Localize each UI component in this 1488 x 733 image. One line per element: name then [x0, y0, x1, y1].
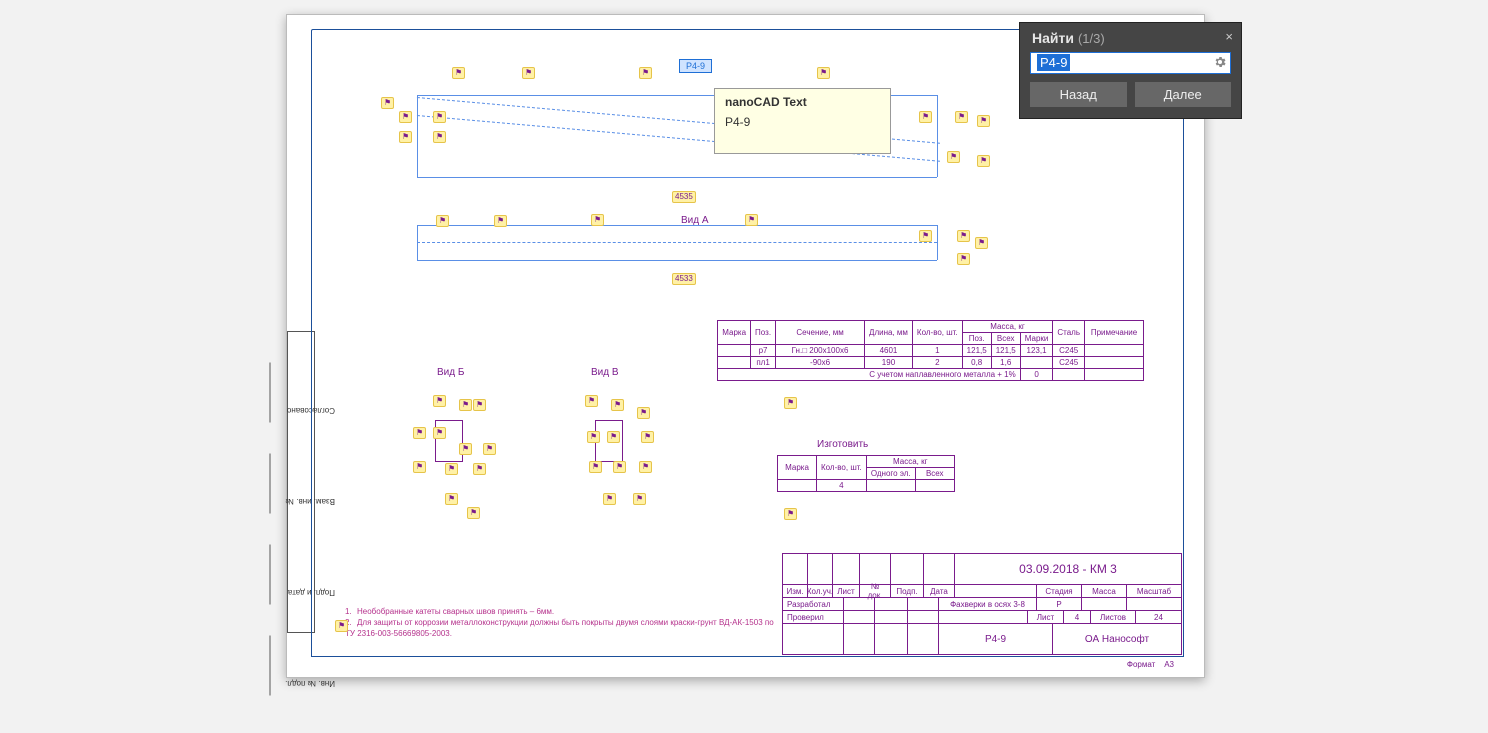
anno: ⚑ — [919, 111, 932, 123]
make-title: Изготовить — [817, 439, 868, 450]
anno: ⚑ — [467, 507, 480, 519]
object-name: Фахверки в осях 3-8 — [939, 598, 1037, 610]
anno: ⚑ — [413, 427, 426, 439]
anno: ⚑ — [445, 493, 458, 505]
table-row: 4 — [778, 480, 955, 492]
anno: ⚑ — [433, 111, 446, 123]
anno: ⚑ — [452, 67, 465, 79]
anno: ⚑ — [745, 214, 758, 226]
anno: ⚑ — [494, 215, 507, 227]
dimension: 4535 — [672, 191, 696, 203]
th: Марка — [778, 456, 817, 480]
anno: ⚑ — [433, 427, 446, 439]
table-row: пл1-90х619020,81,6С245 — [718, 357, 1144, 369]
anno: ⚑ — [591, 214, 604, 226]
th: Сталь — [1053, 321, 1085, 345]
th: Длина, мм — [865, 321, 913, 345]
anno: ⚑ — [459, 399, 472, 411]
th: Всех — [915, 468, 954, 480]
hover-tooltip: nanoCAD Text Р4-9 — [714, 88, 891, 154]
th: Марка — [718, 321, 751, 345]
dimension: 4533 — [672, 273, 696, 285]
view-label: Вид А — [681, 215, 709, 226]
anno: ⚑ — [522, 67, 535, 79]
search-input[interactable]: P4-9 — [1030, 52, 1231, 74]
find-panel[interactable]: Найти (1/3) × P4-9 Назад Далее — [1019, 22, 1242, 119]
anno: ⚑ — [633, 493, 646, 505]
search-input-value: P4-9 — [1037, 54, 1070, 71]
table-row: р7Гн.□ 200х100х646011121,5121,5123,1С245 — [718, 345, 1144, 357]
find-title: Найти — [1032, 30, 1074, 46]
anno: ⚑ — [611, 399, 624, 411]
anno: ⚑ — [977, 115, 990, 127]
anno: ⚑ — [975, 237, 988, 249]
next-button[interactable]: Далее — [1135, 82, 1232, 107]
anno: ⚑ — [459, 443, 472, 455]
table-row-summary: С учетом наплавленного металла + 1% 0 — [718, 369, 1144, 381]
anno: ⚑ — [335, 620, 348, 632]
doc-number: Р4-9 — [939, 624, 1053, 654]
th: Масса, кг — [866, 456, 954, 468]
title-block: 03.09.2018 - КМ 3 Изм. Кол.уч. Лист № до… — [782, 553, 1182, 655]
project-code: 03.09.2018 - КМ 3 — [955, 554, 1181, 584]
anno: ⚑ — [641, 431, 654, 443]
make-table: Марка Кол-во, шт. Масса, кг Одного эл. В… — [777, 455, 955, 492]
anno: ⚑ — [473, 463, 486, 475]
anno: ⚑ — [613, 461, 626, 473]
th: Примечание — [1085, 321, 1144, 345]
close-icon[interactable]: × — [1225, 29, 1233, 44]
anno: ⚑ — [436, 215, 449, 227]
anno: ⚑ — [473, 399, 486, 411]
drawing-notes: 1.Необобранные катеты сварных швов приня… — [345, 606, 785, 639]
cross-section-b — [407, 375, 487, 505]
anno: ⚑ — [399, 111, 412, 123]
anno: ⚑ — [947, 151, 960, 163]
anno: ⚑ — [445, 463, 458, 475]
tooltip-value: Р4-9 — [725, 115, 880, 129]
prev-button[interactable]: Назад — [1030, 82, 1127, 107]
th: Поз. — [751, 321, 776, 345]
anno: ⚑ — [399, 131, 412, 143]
th: Кол-во, шт. — [817, 456, 867, 480]
anno: ⚑ — [433, 395, 446, 407]
th: Кол-во, шт. — [912, 321, 962, 345]
anno: ⚑ — [585, 395, 598, 407]
th: Всех — [991, 333, 1020, 345]
anno: ⚑ — [603, 493, 616, 505]
anno: ⚑ — [607, 431, 620, 443]
stamp-label: Инв. № подл. — [275, 679, 335, 688]
anno: ⚑ — [977, 155, 990, 167]
anno: ⚑ — [483, 443, 496, 455]
anno: ⚑ — [784, 397, 797, 409]
anno: ⚑ — [817, 67, 830, 79]
search-hit-1[interactable]: Р4-9 — [679, 59, 712, 73]
find-count: (1/3) — [1078, 31, 1105, 46]
note: Необобранные катеты сварных швов принять… — [357, 607, 554, 616]
anno: ⚑ — [587, 431, 600, 443]
anno: ⚑ — [639, 67, 652, 79]
note: Для защиты от коррозии металлоконструкци… — [345, 618, 774, 638]
anno: ⚑ — [957, 230, 970, 242]
format-label: Формат А3 — [1127, 660, 1174, 669]
anno: ⚑ — [433, 131, 446, 143]
anno: ⚑ — [957, 253, 970, 265]
th: Марки — [1020, 333, 1053, 345]
th: Поз. — [962, 333, 991, 345]
th: Масса, кг — [962, 321, 1053, 333]
anno: ⚑ — [784, 508, 797, 520]
company: ОА Нанософт — [1053, 624, 1181, 654]
anno: ⚑ — [639, 461, 652, 473]
anno: ⚑ — [413, 461, 426, 473]
parts-table: Марка Поз. Сечение, мм Длина, мм Кол-во,… — [717, 320, 1144, 381]
anno: ⚑ — [919, 230, 932, 242]
anno: ⚑ — [589, 461, 602, 473]
th: Сечение, мм — [776, 321, 865, 345]
tooltip-title: nanoCAD Text — [725, 95, 880, 109]
anno: ⚑ — [637, 407, 650, 419]
anno: ⚑ — [381, 97, 394, 109]
anno: ⚑ — [955, 111, 968, 123]
th: Одного эл. — [866, 468, 915, 480]
gear-icon[interactable] — [1213, 55, 1227, 72]
